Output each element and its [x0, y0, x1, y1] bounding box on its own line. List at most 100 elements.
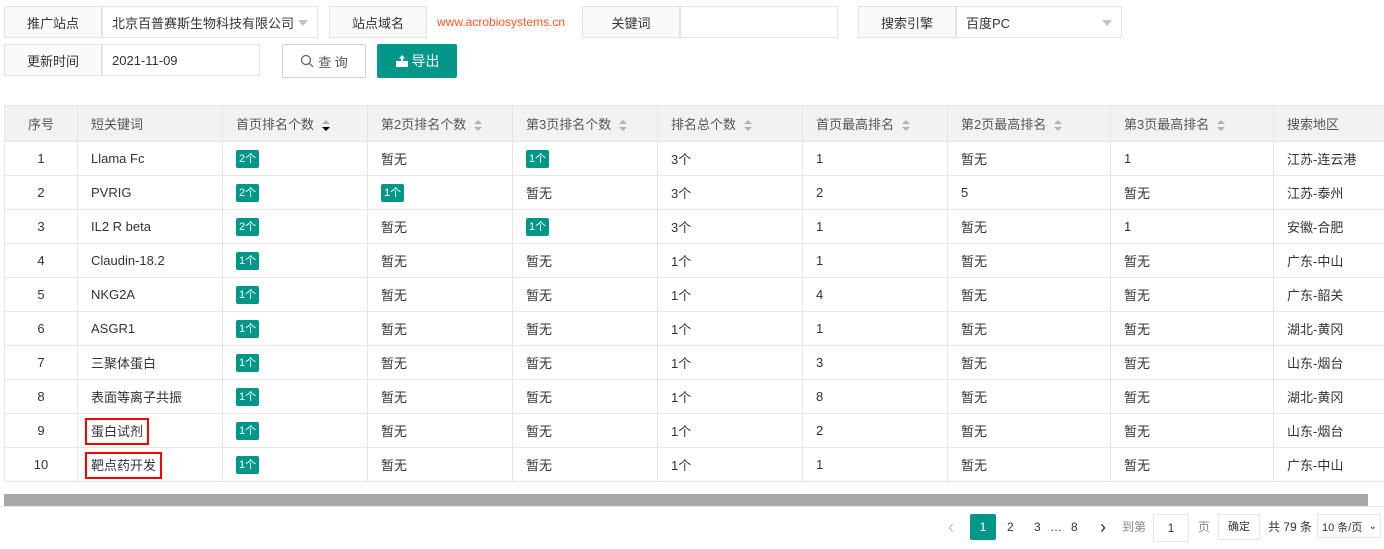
- cell-text: 山东-烟台: [1287, 356, 1343, 371]
- cell-page2-count: 暂无: [368, 142, 513, 176]
- col-page1-best[interactable]: 首页最高排名: [803, 106, 948, 142]
- next-page-icon[interactable]: ›: [1100, 514, 1106, 540]
- cell-text: 暂无: [526, 390, 552, 405]
- sort-icon[interactable]: [474, 120, 482, 132]
- cell-page2-count: 暂无: [368, 414, 513, 448]
- prev-page-icon[interactable]: ‹: [948, 514, 954, 540]
- sort-icon[interactable]: [902, 120, 910, 132]
- col-page1-count[interactable]: 首页排名个数: [223, 106, 368, 142]
- cell-total-count: 1个: [658, 380, 803, 414]
- sort-icon[interactable]: [322, 120, 330, 132]
- count-badge: 1个: [381, 184, 404, 202]
- sort-icon[interactable]: [619, 120, 627, 132]
- sort-icon[interactable]: [1217, 120, 1225, 132]
- count-badge: 1个: [236, 388, 259, 406]
- page-2[interactable]: 2: [1007, 514, 1014, 540]
- chevron-down-icon: [1102, 20, 1112, 26]
- pagination: ‹ 1 2 3 … 8 › 到第 1 页 确定 共 79 条 10 条/页 ⌄: [0, 506, 1384, 549]
- cell-text: 暂无: [381, 390, 407, 405]
- col-short-keyword: 短关键词: [78, 106, 223, 142]
- col-page3-count[interactable]: 第3页排名个数: [513, 106, 658, 142]
- horizontal-scrollbar[interactable]: [4, 494, 1368, 506]
- cell-page1-best: 2: [803, 176, 948, 210]
- cell-page1-best: 1: [803, 312, 948, 346]
- cell-page3-best: 暂无: [1111, 346, 1274, 380]
- update-date-input[interactable]: 2021-11-09: [102, 44, 260, 76]
- search-button[interactable]: 查 询: [282, 44, 366, 78]
- cell-text: 暂无: [381, 254, 407, 269]
- cell-region: 江苏-连云港: [1274, 142, 1384, 176]
- col-total-count[interactable]: 排名总个数: [658, 106, 803, 142]
- cell-keyword: 靶点药开发: [78, 448, 223, 482]
- goto-label: 到第: [1122, 514, 1146, 540]
- cell-region: 湖北-黄冈: [1274, 312, 1384, 346]
- cell-page1-count: 1个: [223, 278, 368, 312]
- page-size-select[interactable]: 10 条/页 ⌄: [1317, 514, 1381, 538]
- cell-keyword: 表面等离子共振: [78, 380, 223, 414]
- col-total-count-label: 排名总个数: [671, 117, 736, 132]
- sort-icon[interactable]: [1054, 120, 1062, 132]
- cell-text: 广东-中山: [1287, 458, 1343, 473]
- page-1[interactable]: 1: [970, 514, 996, 540]
- count-badge: 1个: [236, 456, 259, 474]
- cell-page1-best: 1: [803, 244, 948, 278]
- cell-page2-best: 暂无: [948, 142, 1111, 176]
- cell-keyword: Claudin-18.2: [78, 244, 223, 278]
- cell-page1-best: 3: [803, 346, 948, 380]
- keyword-input[interactable]: [680, 6, 838, 38]
- cell-text: 暂无: [961, 390, 987, 405]
- cell-text: 7: [37, 355, 44, 370]
- engine-label: 搜索引擎: [858, 6, 956, 38]
- cell-total-count: 3个: [658, 142, 803, 176]
- cell-page2-count: 暂无: [368, 278, 513, 312]
- cell-total-count: 1个: [658, 312, 803, 346]
- cell-page3-count: 暂无: [513, 278, 658, 312]
- cell-page3-best: 暂无: [1111, 278, 1274, 312]
- cell-index: 2: [5, 176, 78, 210]
- cell-total-count: 1个: [658, 278, 803, 312]
- cell-page3-best: 暂无: [1111, 176, 1274, 210]
- count-badge: 1个: [236, 320, 259, 338]
- cell-text: 2: [37, 185, 44, 200]
- cell-text: 暂无: [381, 152, 407, 167]
- cell-page1-best: 1: [803, 142, 948, 176]
- cell-text: 暂无: [1124, 254, 1150, 269]
- cell-page3-best: 1: [1111, 210, 1274, 244]
- page-3[interactable]: 3: [1034, 514, 1041, 540]
- confirm-button[interactable]: 确定: [1218, 514, 1260, 540]
- cell-index: 5: [5, 278, 78, 312]
- cell-page1-count: 1个: [223, 312, 368, 346]
- update-label: 更新时间: [4, 44, 102, 76]
- col-page3-count-label: 第3页排名个数: [526, 117, 611, 132]
- site-select[interactable]: 北京百普赛斯生物科技有限公司: [102, 6, 318, 38]
- cell-text: 暂无: [381, 356, 407, 371]
- keyword-label: 关键词: [582, 6, 680, 38]
- table-row: 5NKG2A1个暂无暂无1个4暂无暂无广东-韶关: [5, 278, 1384, 312]
- cell-text: 1个: [671, 424, 691, 439]
- cell-page2-best: 5: [948, 176, 1111, 210]
- page-8[interactable]: 8: [1071, 514, 1078, 540]
- cell-text: 江苏-泰州: [1287, 186, 1343, 201]
- cell-text: 暂无: [1124, 288, 1150, 303]
- cell-page3-count: 暂无: [513, 448, 658, 482]
- cell-text: 10: [34, 457, 48, 472]
- domain-value: www.acrobiosystems.cn: [427, 6, 582, 38]
- site-select-value: 北京百普赛斯生物科技有限公司: [112, 13, 294, 32]
- col-page2-best[interactable]: 第2页最高排名: [948, 106, 1111, 142]
- cell-page2-best: 暂无: [948, 414, 1111, 448]
- cell-page3-count: 暂无: [513, 244, 658, 278]
- count-badge: 1个: [526, 218, 549, 236]
- col-page2-count[interactable]: 第2页排名个数: [368, 106, 513, 142]
- table-header: 序号 短关键词 首页排名个数 第2页排名个数 第3页排名个数 排名总个数 首页最…: [5, 106, 1384, 142]
- engine-select[interactable]: 百度PC: [956, 6, 1122, 38]
- cell-text: 暂无: [381, 288, 407, 303]
- cell-text: 暂无: [1124, 458, 1150, 473]
- sort-icon[interactable]: [744, 120, 752, 132]
- col-page3-best[interactable]: 第3页最高排名: [1111, 106, 1274, 142]
- cell-text: 暂无: [961, 322, 987, 337]
- cell-page2-count: 暂无: [368, 448, 513, 482]
- page-unit-label: 页: [1198, 514, 1210, 540]
- export-button[interactable]: 导出: [377, 44, 457, 78]
- goto-page-input[interactable]: 1: [1153, 514, 1189, 542]
- cell-text: 4: [816, 287, 823, 302]
